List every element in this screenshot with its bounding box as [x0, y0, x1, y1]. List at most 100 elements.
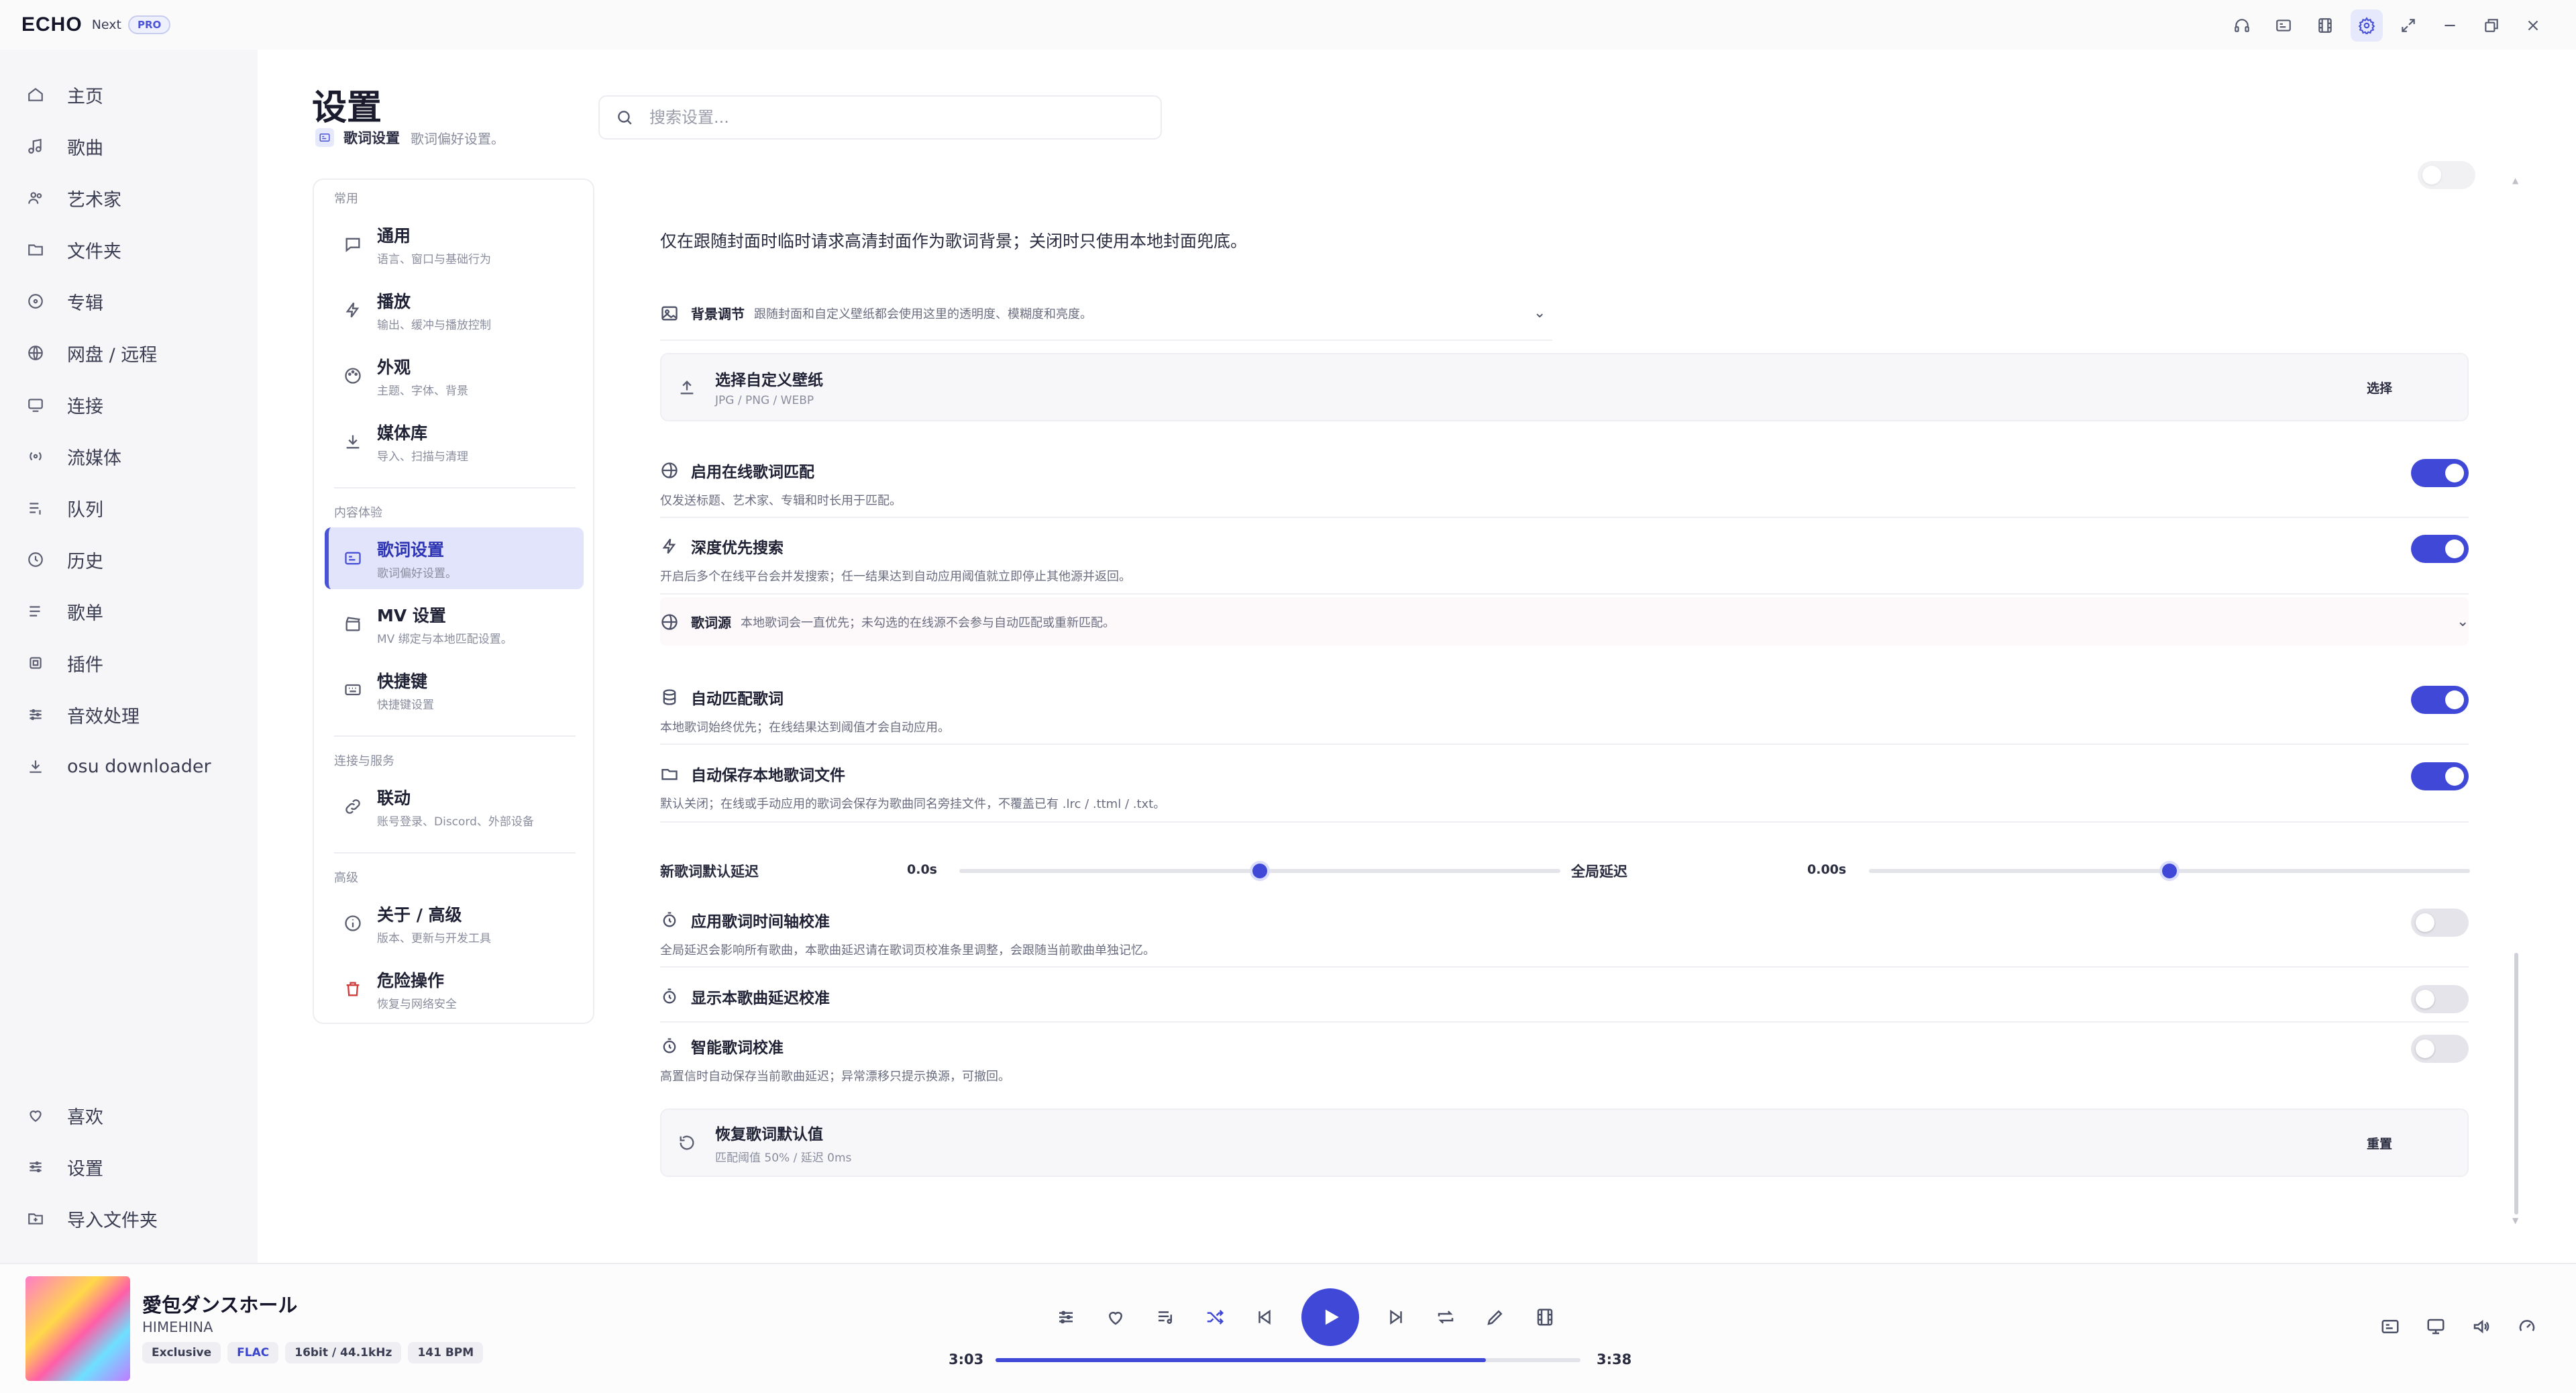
category-appearance[interactable]: 外观 主题、字体、背景: [325, 345, 584, 407]
lyrics-list-icon[interactable]: [1152, 1304, 1178, 1330]
minimize-icon[interactable]: [2434, 9, 2466, 42]
plugin-icon: [30, 657, 42, 669]
global-delay-slider-thumb[interactable]: [2162, 864, 2177, 878]
pro-badge: PRO: [127, 15, 171, 34]
play-button[interactable]: [1301, 1288, 1359, 1346]
monitor-icon[interactable]: [2426, 1317, 2446, 1337]
timeline-calibration-toggle[interactable]: [2411, 909, 2469, 937]
category-danger[interactable]: 危险操作 恢复与网络安全: [325, 958, 584, 1020]
sidebar-item-streaming[interactable]: 流媒体: [27, 443, 121, 470]
auto-match-toggle[interactable]: [2411, 686, 2469, 714]
sidebar-item-artists[interactable]: 艺术家: [27, 185, 121, 211]
sidebar-item-remote[interactable]: 网盘 / 远程: [27, 340, 157, 366]
volume-icon[interactable]: [2471, 1317, 2491, 1337]
category-shortcuts[interactable]: 快捷键 快捷键设置: [325, 659, 584, 721]
timeline-calibration-setting: 应用歌词时间轴校准 全局延迟会影响所有歌曲，本歌曲延迟请在歌词页校准条里调整，会…: [660, 909, 2469, 958]
sidebar-item-playlists[interactable]: 歌单: [27, 598, 103, 625]
track-tags: Exclusive FLAC 16bit / 44.1kHz 141 BPM: [142, 1342, 484, 1363]
category-lyrics[interactable]: 歌词设置 歌词偏好设置。: [325, 527, 584, 589]
gear-icon[interactable]: [2351, 9, 2383, 42]
chevron-down-icon[interactable]: ⌄: [2457, 613, 2469, 630]
sidebar-item-connect[interactable]: 连接: [27, 391, 103, 418]
online-match-setting: 启用在线歌词匹配 仅发送标题、艺术家、专辑和时长用于匹配。: [660, 459, 2469, 509]
category-about[interactable]: 关于 / 高级 版本、更新与开发工具: [325, 892, 584, 954]
category-general[interactable]: 通用 语言、窗口与基础行为: [325, 213, 584, 275]
new-delay-slider-thumb[interactable]: [1252, 864, 1267, 878]
lyrics-settings-content: 仅在跟随封面时临时请求高清封面作为歌词背景；关闭时只使用本地封面兜底。 背景调节…: [651, 154, 2475, 1241]
sidebar-item-folders[interactable]: 文件夹: [27, 236, 121, 263]
reset-button[interactable]: 重置: [2367, 1134, 2392, 1152]
scroll-up-icon[interactable]: ▲: [2512, 176, 2518, 185]
sidebar-item-favorites[interactable]: 喜欢: [27, 1102, 103, 1129]
search-input[interactable]: [649, 108, 1119, 127]
online-match-toggle[interactable]: [2411, 459, 2469, 487]
sidebar-item-settings[interactable]: 设置: [27, 1153, 103, 1180]
scrollbar-thumb[interactable]: [2514, 953, 2518, 1215]
play-icon: [1325, 1309, 1339, 1325]
category-integrations[interactable]: 联动 账号登录、Discord、外部设备: [325, 776, 584, 837]
category-mv[interactable]: MV 设置 MV 绑定与本地匹配设置。: [325, 593, 584, 655]
previous-icon[interactable]: [1252, 1304, 1277, 1330]
clapperboard-icon: [345, 617, 360, 631]
chevron-down-icon[interactable]: ⌄: [1534, 305, 1546, 321]
divider: [660, 966, 2469, 968]
scroll-down-icon[interactable]: ▼: [2512, 1216, 2518, 1225]
headphones-icon[interactable]: [2226, 9, 2258, 42]
next-icon[interactable]: [1383, 1304, 1409, 1330]
smart-calibration-toggle[interactable]: [2411, 1035, 2469, 1063]
title-bar: ECHO Next PRO: [0, 0, 2576, 50]
palette-icon: [345, 368, 361, 384]
folder-icon: [28, 244, 43, 256]
show-delay-toggle[interactable]: [2411, 985, 2469, 1013]
sidebar-item-plugins[interactable]: 插件: [27, 650, 103, 676]
film-icon[interactable]: [2309, 9, 2341, 42]
heart-icon[interactable]: [1103, 1304, 1128, 1330]
cover-note: 仅在跟随封面时临时请求高清封面作为歌词背景；关闭时只使用本地封面兜底。: [660, 231, 1248, 251]
cast-icon: [28, 399, 43, 412]
group-label-content: 内容体验: [334, 506, 382, 520]
auto-save-toggle[interactable]: [2411, 762, 2469, 790]
globe-icon: [661, 613, 678, 630]
sidebar-item-home[interactable]: 主页: [27, 81, 103, 108]
expand-icon[interactable]: [2392, 9, 2424, 42]
speed-icon[interactable]: [2517, 1317, 2537, 1337]
sidebar-item-import-folder[interactable]: 导入文件夹: [27, 1205, 158, 1232]
shuffle-icon[interactable]: [1202, 1304, 1228, 1330]
sidebar-item-queue[interactable]: 队列: [27, 495, 103, 521]
sidebar-item-history[interactable]: 历史: [27, 546, 103, 573]
progress-bar[interactable]: [996, 1358, 1580, 1362]
track-title[interactable]: 愛包ダンスホール: [142, 1290, 297, 1318]
bg-adjust-section[interactable]: 背景调节 跟随封面和自定义壁纸都会使用这里的透明度、模糊度和亮度。: [660, 303, 1552, 323]
message-icon: [345, 238, 360, 252]
tag-bpm: 141 BPM: [408, 1342, 484, 1363]
track-artist[interactable]: HIMEHINA: [142, 1319, 213, 1335]
restore-icon[interactable]: [2475, 9, 2508, 42]
lyrics-icon[interactable]: [2380, 1317, 2400, 1337]
album-cover[interactable]: [25, 1276, 130, 1381]
category-playback[interactable]: 播放 输出、缓冲与播放控制: [325, 279, 584, 341]
player-extra-controls: [2380, 1317, 2537, 1337]
pen-icon[interactable]: [1483, 1304, 1508, 1330]
divider: [334, 735, 576, 737]
app-logo: ECHO: [21, 13, 83, 36]
choose-wallpaper-button[interactable]: 选择: [2367, 378, 2392, 397]
sidebar-item-effects[interactable]: 音效处理: [27, 701, 140, 728]
film-icon[interactable]: [1532, 1304, 1558, 1330]
sidebar-item-songs[interactable]: 歌曲: [27, 133, 103, 160]
repeat-icon[interactable]: [1433, 1304, 1458, 1330]
tag-format: FLAC: [227, 1342, 279, 1363]
auto-save-setting: 自动保存本地歌词文件 默认关闭；在线或手动应用的歌词会保存为歌曲同名旁挂文件，不…: [660, 762, 2469, 812]
equalizer-icon[interactable]: [1053, 1304, 1079, 1330]
cover-toggle-partial[interactable]: [2418, 161, 2475, 189]
equalizer-icon: [30, 709, 42, 721]
sidebar-item-albums[interactable]: 专辑: [27, 288, 103, 315]
folder-plus-icon: [28, 1213, 43, 1225]
settings-search[interactable]: [598, 95, 1162, 140]
lyrics-icon[interactable]: [2267, 9, 2300, 42]
home-icon: [28, 87, 43, 101]
heart-icon: [30, 1111, 42, 1122]
close-icon[interactable]: [2517, 9, 2549, 42]
category-library[interactable]: 媒体库 导入、扫描与清理: [325, 411, 584, 472]
deep-search-toggle[interactable]: [2411, 535, 2469, 563]
sidebar-item-osu-downloader[interactable]: osu downloader: [27, 753, 211, 780]
